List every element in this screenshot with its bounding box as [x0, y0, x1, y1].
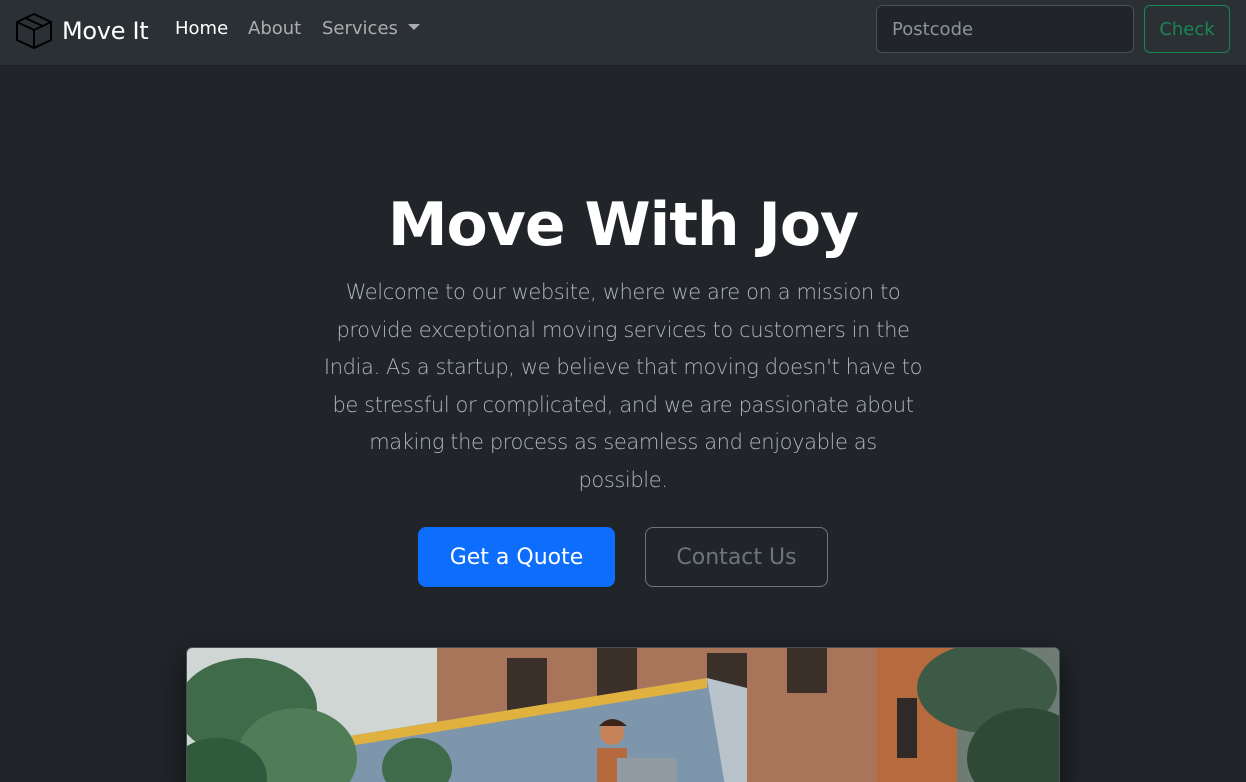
get-quote-button[interactable]: Get a Quote [418, 527, 615, 587]
check-button[interactable]: Check [1144, 5, 1230, 53]
navbar: Move It Home About Services Check [0, 0, 1246, 66]
brand-link[interactable]: Move It [14, 10, 149, 52]
contact-us-button[interactable]: Contact Us [645, 527, 828, 587]
nav-about-link[interactable]: About [248, 18, 301, 39]
hero-image [186, 647, 1060, 782]
hero-lead-text: Welcome to our website, where we are on … [323, 280, 923, 492]
chevron-down-icon [407, 24, 420, 30]
nav-services-label: Services [322, 18, 398, 39]
brand-name: Move It [62, 17, 149, 45]
nav-home-link[interactable]: Home [175, 18, 228, 39]
moving-truck-photo [187, 648, 1059, 782]
box-icon [16, 13, 52, 49]
postcode-input[interactable] [876, 5, 1134, 53]
hero-title: Move With Joy [387, 190, 859, 260]
nav-services-dropdown[interactable]: Services [322, 18, 420, 39]
